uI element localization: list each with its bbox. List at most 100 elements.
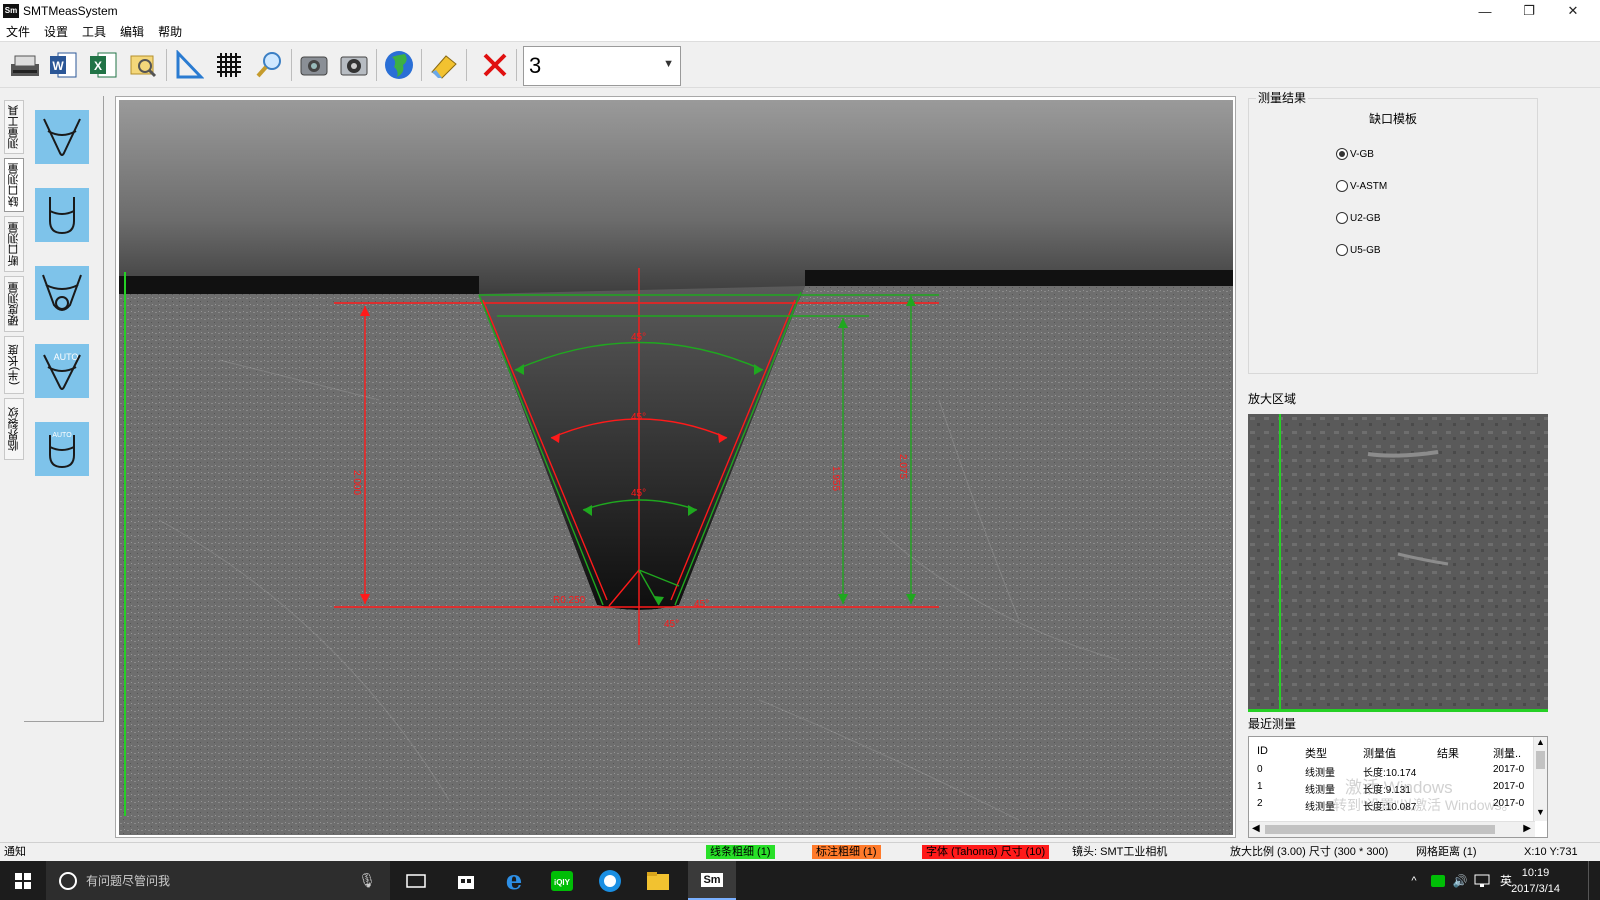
tab-critical-crack[interactable]: 临界裂纹 [4,398,24,460]
menu-edit[interactable]: 编辑 [120,23,144,40]
tab-measure-tools[interactable]: 测量工具 [4,100,24,154]
depth-label-mid: 1.955 [830,466,841,491]
word-export-icon[interactable]: W [46,48,80,82]
option-v-gb[interactable]: V-GB [1336,148,1374,160]
tab-hardness-measure[interactable]: 硬度测量 [4,276,24,332]
delete-icon[interactable] [478,48,512,82]
results-title: 测量结果 [1256,89,1309,106]
v-notch-wide-icon [42,274,82,311]
window-title: SMTMeasSystem [23,4,118,18]
svg-text:AUTO: AUTO [52,432,72,439]
status-font[interactable]: 字体 (Tahoma) 尺寸 (10) [922,845,1050,859]
horizontal-scrollbar[interactable]: ◀ ▶ [1249,821,1535,837]
microscope-image: 45° 45° 45° 45° 45° R0.250 2.000 1.955 2… [119,100,1233,835]
iqiyi-icon[interactable]: iQIY [542,861,582,900]
col-value[interactable]: 测量值 [1363,745,1396,761]
title-bar: Sm SMTMeasSystem — ❐ ✕ [0,0,1600,22]
scroll-down-icon[interactable]: ▼ [1536,807,1545,817]
network-icon[interactable] [1472,861,1492,900]
tab-half-length[interactable]: (半)长度 [4,336,24,394]
ruler-angle-icon[interactable] [172,48,206,82]
toolbar-separator [516,49,517,81]
status-line-width[interactable]: 线条粗细 (1) [706,845,775,859]
clock[interactable]: 10:19 2017/3/14 [1511,865,1560,897]
minimize-button[interactable]: — [1464,0,1506,22]
magnifier-icon[interactable] [252,48,286,82]
recent-measure-list[interactable]: ID 类型 测量值 结果 测量.. 0 线测量 长度:10.174 2017-0… [1248,736,1548,838]
depth-label-left: 2.000 [351,470,362,495]
u-notch-tool-button[interactable] [35,188,89,242]
zoom-level-combo[interactable]: 3 ▼ [523,46,681,86]
image-preview-icon[interactable] [126,48,160,82]
status-grid: 网格距离 (1) [1416,846,1477,858]
windows-start-icon[interactable] [0,861,46,900]
store-icon[interactable] [446,861,486,900]
measurement-image-view[interactable]: 45° 45° 45° 45° 45° R0.250 2.000 1.955 2… [115,96,1236,838]
svg-text:iQIY: iQIY [554,878,571,887]
smtmeas-taskbar-icon[interactable]: Sm [688,861,736,900]
menu-help[interactable]: 帮助 [158,23,182,40]
chevron-down-icon[interactable]: ▼ [663,58,674,70]
show-desktop-button[interactable] [1588,861,1600,900]
task-view-icon[interactable] [398,861,434,900]
tray-iqiyi-icon[interactable] [1428,861,1448,900]
menu-settings[interactable]: 设置 [44,23,68,40]
tray-chevron-icon[interactable]: ^ [1405,861,1423,900]
menu-tools[interactable]: 工具 [82,23,106,40]
option-u5-gb[interactable]: U5-GB [1336,244,1381,256]
option-label: V-ASTM [1350,180,1388,192]
camera-icon[interactable] [297,48,331,82]
file-explorer-icon[interactable] [638,861,678,900]
col-type[interactable]: 类型 [1305,745,1327,761]
scroll-right-icon[interactable]: ▶ [1523,823,1531,834]
scroll-thumb[interactable] [1265,825,1495,834]
tab-notch-measure[interactable]: 缺口测量 [4,158,24,212]
search-box[interactable]: 有问题尽管问我 🎙 [46,861,390,900]
auto-u-notch-tool-button[interactable]: AUTO [35,422,89,476]
menu-file[interactable]: 文件 [6,23,30,40]
close-button[interactable]: ✕ [1552,0,1594,22]
radio-v-gb[interactable] [1336,148,1348,160]
vertical-scrollbar[interactable]: ▲ ▼ [1533,737,1547,821]
v-notch-tool-button[interactable] [35,110,89,164]
row-time: 2017-0 [1493,764,1525,775]
tab-fracture-measure[interactable]: 断口测量 [4,216,24,272]
grid-icon[interactable] [212,48,246,82]
status-label-width[interactable]: 标注粗细 (1) [812,845,881,859]
v-notch-wide-tool-button[interactable] [35,266,89,320]
scroll-thumb[interactable] [1536,751,1545,769]
taskbar: 有问题尽管问我 🎙 e iQIY Sm ^ 🔊 英 10:19 2017/3/1… [0,861,1600,900]
radio-u2-gb[interactable] [1336,212,1348,224]
search-placeholder: 有问题尽管问我 [86,874,171,888]
edge-icon[interactable]: e [494,861,534,900]
eraser-icon[interactable] [427,48,461,82]
radius-label: R0.250 [553,595,586,606]
clock-time: 10:19 [1521,867,1550,879]
angle-label-mid: 45° [631,412,646,423]
option-u2-gb[interactable]: U2-GB [1336,212,1381,224]
option-v-astm[interactable]: V-ASTM [1336,180,1387,192]
row-time: 2017-0 [1493,781,1525,792]
col-time[interactable]: 测量.. [1493,745,1521,761]
col-result[interactable]: 结果 [1437,745,1459,761]
auto-u-notch-icon: AUTO [49,432,75,469]
restore-button[interactable]: ❐ [1508,0,1550,22]
option-label: V-GB [1350,148,1374,160]
microphone-icon[interactable]: 🎙 [358,872,376,889]
radio-v-astm[interactable] [1336,180,1348,192]
globe-icon[interactable] [382,48,416,82]
toolbar: W X [0,43,1600,88]
col-id[interactable]: ID [1257,745,1268,757]
radio-u5-gb[interactable] [1336,244,1348,256]
toolbar-separator [421,49,422,81]
auto-v-notch-tool-button[interactable]: AUTO [35,344,89,398]
scroll-left-icon[interactable]: ◀ [1252,823,1260,834]
cortana-icon [59,871,77,890]
camera-capture-icon[interactable] [337,48,371,82]
excel-export-icon[interactable]: X [86,48,120,82]
qq-browser-icon[interactable] [590,861,630,900]
scroll-up-icon[interactable]: ▲ [1536,737,1545,747]
zoom-crosshair [1279,414,1281,709]
scanner-icon[interactable] [8,48,42,82]
volume-icon[interactable]: 🔊 [1450,861,1470,900]
